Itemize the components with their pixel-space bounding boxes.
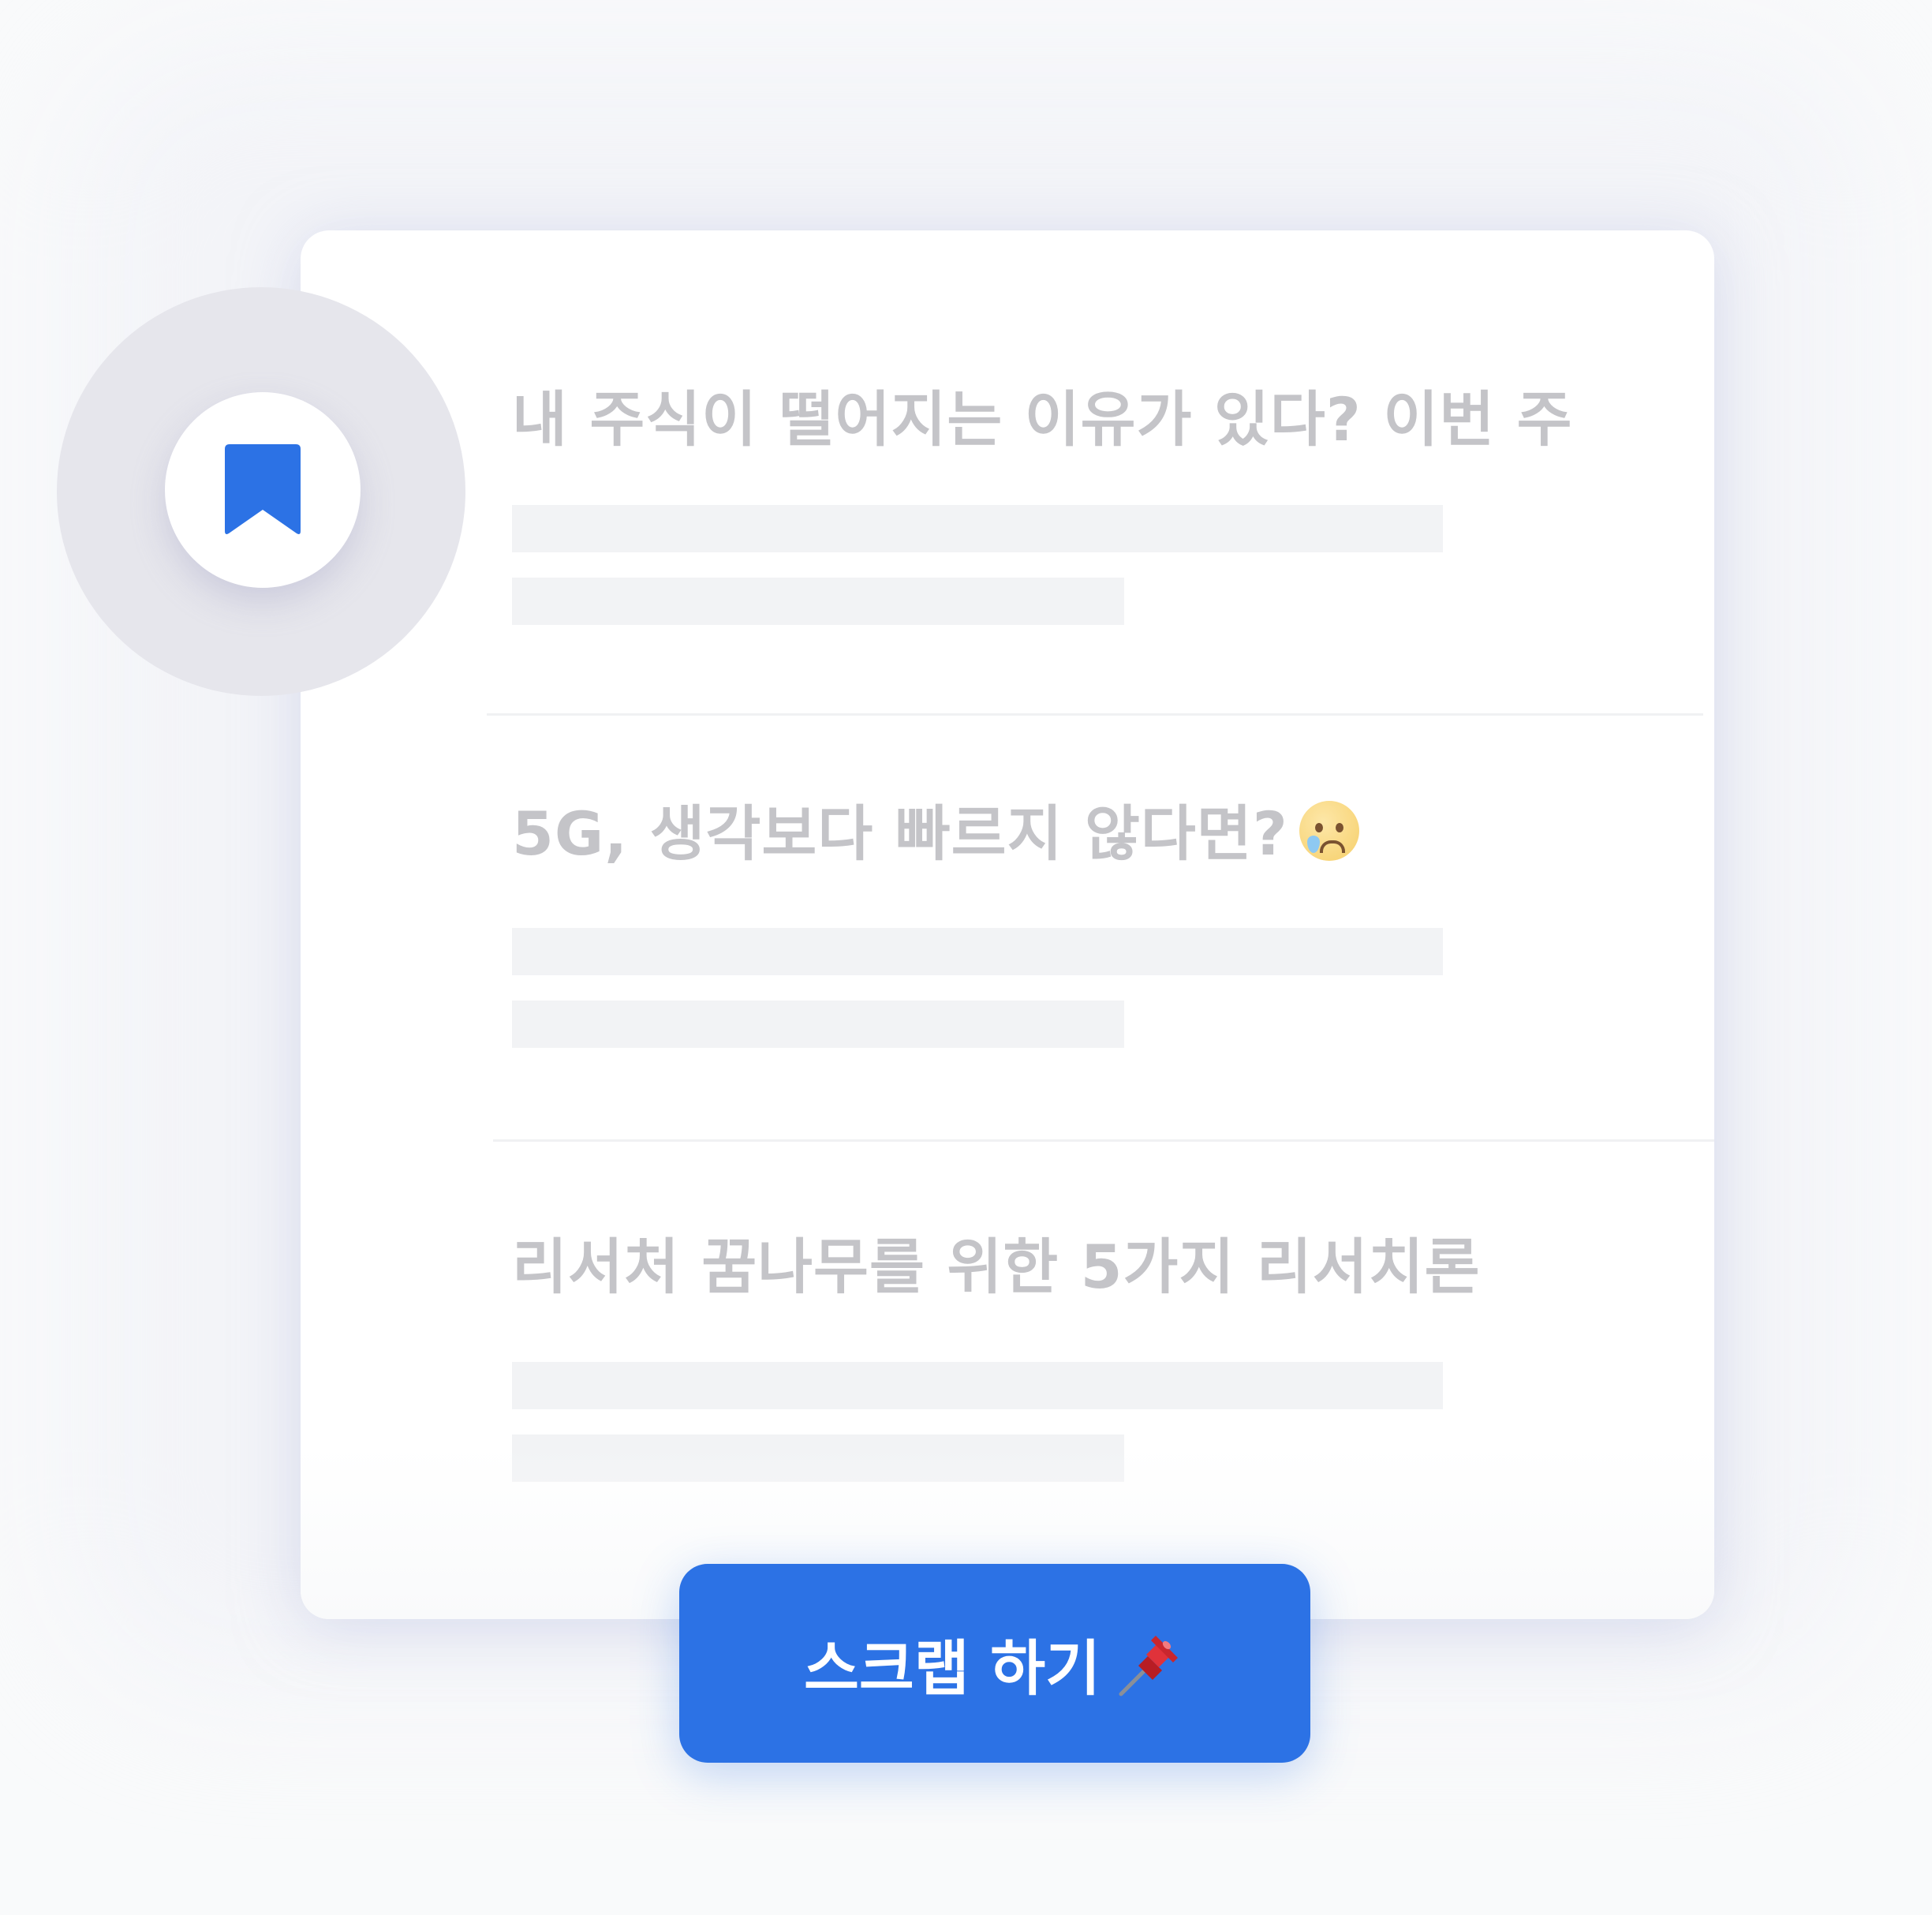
article-list-card: 내 주식이 떨어지는 이유가 있다? 이번 주 5G, 생각보다 빠르지 않다면…	[301, 230, 1714, 1619]
article-title[interactable]: 리서처 꿈나무를 위한 5가지 리서치론	[512, 1218, 1481, 1305]
crying-face-icon	[1299, 801, 1359, 861]
scrap-button-label: 스크랩 하기	[803, 1633, 1101, 1704]
pushpin-icon	[1119, 1636, 1179, 1696]
article-divider	[487, 713, 1703, 716]
article-title[interactable]: 5G, 생각보다 빠르지 않다면?	[512, 785, 1359, 872]
article-divider	[493, 1139, 1714, 1142]
scrap-button[interactable]: 스크랩 하기	[679, 1564, 1310, 1763]
article-preview-placeholder	[512, 1001, 1124, 1048]
article-preview-placeholder	[512, 1362, 1443, 1409]
article-title[interactable]: 내 주식이 떨어지는 이유가 있다? 이번 주	[512, 371, 1573, 458]
article-preview-placeholder	[512, 578, 1124, 625]
bookmark-icon	[225, 444, 301, 534]
article-title-text: 5G, 생각보다 빠르지 않다면?	[512, 799, 1288, 869]
article-preview-placeholder	[512, 928, 1443, 975]
article-preview-placeholder	[512, 505, 1443, 552]
bookmark-badge[interactable]	[165, 392, 361, 588]
